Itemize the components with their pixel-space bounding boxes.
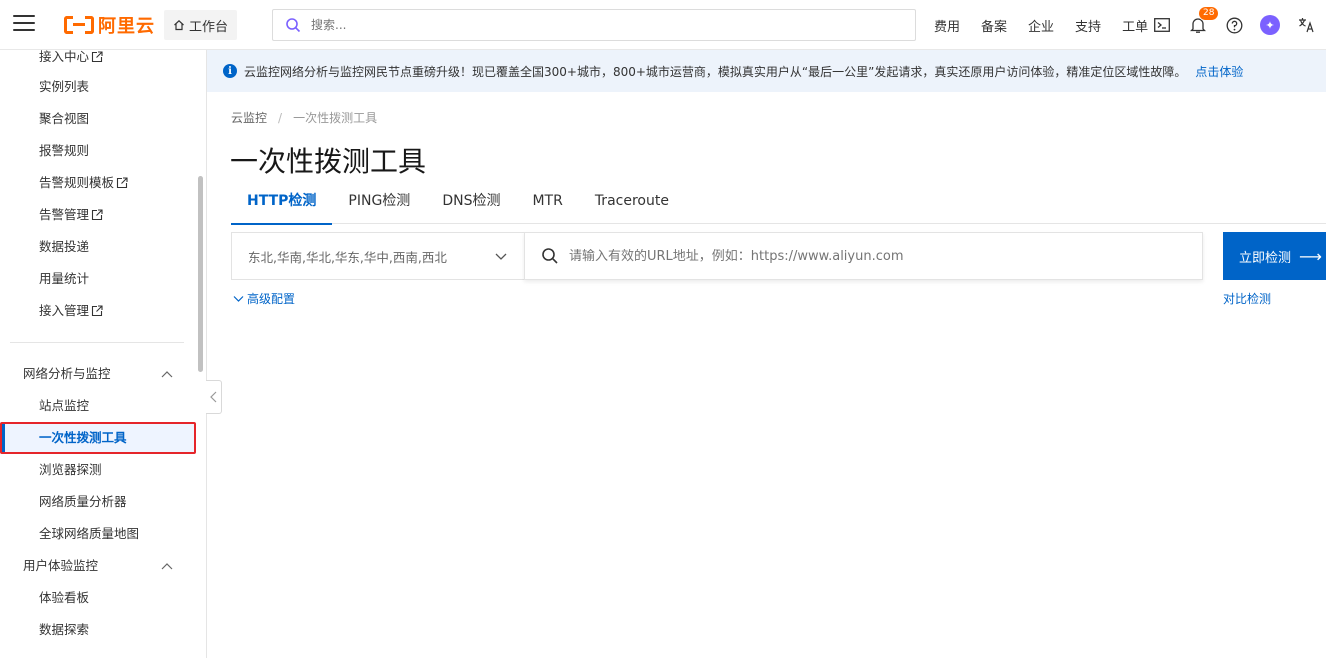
nav-link-billing[interactable]: 费用: [934, 16, 960, 35]
chevron-down-icon: [495, 253, 507, 260]
sidebar-item-usage-stats[interactable]: 用量统计: [39, 269, 89, 289]
sidebar-item-data-explore[interactable]: 数据探索: [39, 620, 89, 640]
sidebar-divider: [10, 342, 184, 343]
sidebar-item-global-network-map[interactable]: 全球网络质量地图: [39, 524, 139, 544]
run-probe-label: 立即检测: [1239, 250, 1292, 266]
sidebar-item-instances[interactable]: 实例列表: [39, 77, 89, 97]
header-links: 费用 备案 企业 支持 工单: [934, 0, 1169, 50]
tab-traceroute[interactable]: Traceroute: [579, 184, 685, 224]
sidebar-item-alarm-rules[interactable]: 报警规则: [39, 141, 89, 161]
sidebar-item-site-monitor[interactable]: 站点监控: [39, 396, 89, 416]
announcement-banner: i 云监控网络分析与监控网民节点重磅升级！现已覆盖全国300+城市，800+城市…: [207, 50, 1326, 92]
arrow-right-icon: ⟶: [1299, 246, 1322, 266]
external-link-icon: [116, 177, 128, 189]
help-icon[interactable]: [1224, 15, 1244, 35]
search-icon: [542, 248, 558, 264]
sidebar-group-label: 网络分析与监控: [23, 366, 111, 381]
sidebar-item-browser-probe[interactable]: 浏览器探测: [39, 460, 102, 480]
sidebar-item-label: 站点监控: [39, 398, 90, 413]
language-icon[interactable]: [1296, 15, 1316, 35]
sidebar-item-label: 实例列表: [39, 79, 90, 94]
top-navbar: 阿里云 工作台 费用 备案 企业 支持 工单 28 ✦: [0, 0, 1326, 50]
sidebar-item-label: 聚合视图: [39, 111, 90, 126]
tab-mtr[interactable]: MTR: [516, 184, 578, 224]
sidebar-item-label: 用量统计: [39, 271, 90, 286]
breadcrumb-separator: /: [278, 110, 283, 125]
logo-mark-icon: [64, 14, 94, 36]
bell-icon[interactable]: 28: [1188, 6, 1220, 35]
url-input-box[interactable]: [524, 232, 1203, 280]
chevron-left-icon: [210, 391, 217, 403]
header-icons: 28 ✦: [1152, 0, 1326, 50]
sidebar-item-label: 告警管理: [39, 207, 90, 222]
page-title: 一次性拨测工具: [230, 145, 427, 178]
sidebar-item-network-quality-analyzer[interactable]: 网络质量分析器: [39, 492, 127, 512]
search-icon: [286, 18, 301, 33]
nav-link-support[interactable]: 支持: [1075, 16, 1101, 35]
url-input[interactable]: [569, 248, 1169, 264]
tab-http[interactable]: HTTP检测: [231, 184, 333, 225]
sidebar-item-label: 报警规则: [39, 143, 90, 158]
search-input[interactable]: [311, 18, 871, 32]
terminal-icon[interactable]: [1152, 15, 1172, 35]
sidebar-item-access-center[interactable]: 接入中心: [39, 50, 103, 67]
info-icon: i: [223, 64, 237, 78]
sidebar-item-label: 接入中心: [39, 50, 90, 64]
chevron-down-icon: [233, 295, 244, 302]
region-select-value: 东北,华南,华北,华东,华中,西南,西北: [248, 249, 447, 265]
sidebar-item-label: 一次性拨测工具: [39, 430, 127, 445]
chevron-up-icon: [161, 371, 173, 378]
home-icon: [174, 19, 184, 31]
tab-ping[interactable]: PING检测: [332, 184, 426, 224]
sidebar-item-label: 数据投递: [39, 239, 90, 254]
aliyun-logo[interactable]: 阿里云: [64, 13, 155, 37]
menu-icon[interactable]: [13, 15, 35, 33]
sidebar-collapse-button[interactable]: [206, 380, 222, 414]
sidebar-item-aggregate-view[interactable]: 聚合视图: [39, 109, 89, 129]
breadcrumb-root[interactable]: 云监控: [231, 109, 267, 126]
sidebar-group-label: 用户体验监控: [23, 558, 99, 573]
user-avatar[interactable]: ✦: [1260, 15, 1280, 35]
sidebar-item-label: 接入管理: [39, 303, 90, 318]
workbench-button[interactable]: 工作台: [164, 10, 238, 40]
sidebar-group-network[interactable]: 网络分析与监控: [23, 364, 173, 384]
nav-link-ticket[interactable]: 工单: [1122, 16, 1148, 35]
sidebar-item-label: 数据探索: [39, 622, 90, 637]
logo-text: 阿里云: [98, 16, 155, 37]
sidebar-item-experience-board[interactable]: 体验看板: [39, 588, 89, 608]
global-search[interactable]: [272, 9, 916, 41]
advanced-config-toggle[interactable]: 高级配置: [233, 290, 295, 307]
sidebar-item-label: 全球网络质量地图: [39, 526, 140, 541]
compare-probe-link[interactable]: 对比检测: [1223, 290, 1271, 307]
breadcrumb: 云监控 / 一次性拨测工具: [231, 109, 377, 126]
run-probe-button[interactable]: 立即检测 ⟶: [1223, 232, 1326, 280]
sidebar: 接入中心 实例列表 聚合视图 报警规则 告警规则模板 告警管理 数据投递 用量统…: [0, 50, 207, 658]
nav-link-enterprise[interactable]: 企业: [1028, 16, 1054, 35]
sidebar-item-alert-management[interactable]: 告警管理: [39, 205, 103, 225]
announcement-link[interactable]: 点击体验: [1195, 63, 1243, 80]
nav-link-icp[interactable]: 备案: [981, 16, 1007, 35]
sidebar-item-label: 告警规则模板: [39, 175, 115, 190]
sidebar-item-data-delivery[interactable]: 数据投递: [39, 237, 89, 257]
probe-tabs: HTTP检测 PING检测 DNS检测 MTR Traceroute: [231, 184, 1326, 225]
sidebar-item-label: 体验看板: [39, 590, 90, 605]
sidebar-scrollbar[interactable]: [198, 176, 203, 372]
external-link-icon: [91, 51, 103, 63]
advanced-config-label: 高级配置: [247, 292, 296, 306]
breadcrumb-current: 一次性拨测工具: [293, 111, 378, 125]
sidebar-item-label: 浏览器探测: [39, 462, 102, 477]
sidebar-item-label: 网络质量分析器: [39, 494, 127, 509]
sidebar-group-ux[interactable]: 用户体验监控: [23, 556, 173, 576]
tab-dns[interactable]: DNS检测: [426, 184, 516, 224]
sidebar-item-one-time-probe[interactable]: 一次性拨测工具: [39, 428, 127, 448]
external-link-icon: [91, 209, 103, 221]
sidebar-item-access-management[interactable]: 接入管理: [39, 301, 103, 321]
sidebar-item-alarm-templates[interactable]: 告警规则模板: [39, 173, 128, 193]
region-select[interactable]: 东北,华南,华北,华东,华中,西南,西北: [231, 232, 524, 280]
notification-badge: 28: [1198, 6, 1220, 21]
announcement-text: 云监控网络分析与监控网民节点重磅升级！现已覆盖全国300+城市，800+城市运营…: [244, 64, 1187, 79]
workbench-label: 工作台: [189, 19, 229, 35]
chevron-up-icon: [161, 563, 173, 570]
external-link-icon: [91, 305, 103, 317]
